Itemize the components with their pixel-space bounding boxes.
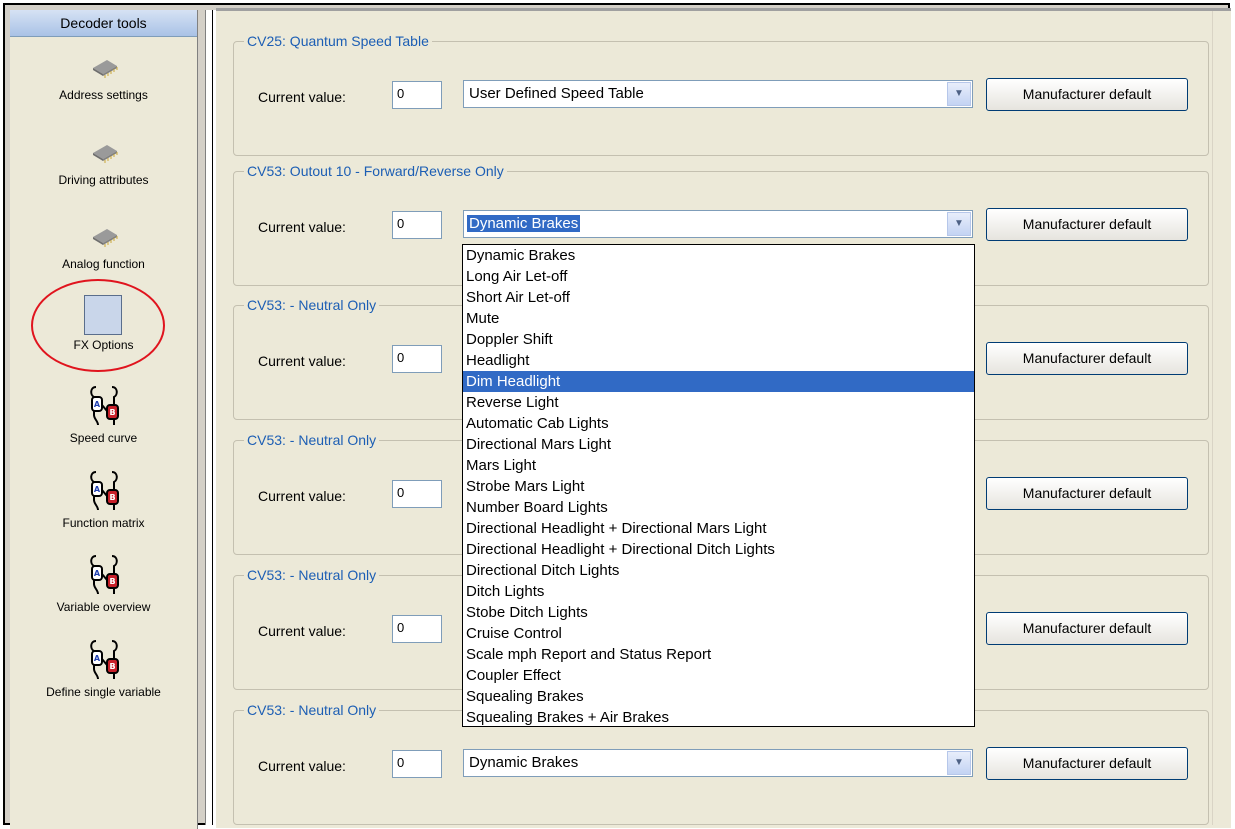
- dropdown-option[interactable]: Automatic Cab Lights: [463, 413, 974, 434]
- dropdown-option[interactable]: Directional Ditch Lights: [463, 560, 974, 581]
- sidebar-title: Decoder tools: [10, 10, 197, 37]
- tool-address-settings[interactable]: Address settings: [10, 50, 197, 102]
- dropdown-option[interactable]: Headlight: [463, 350, 974, 371]
- dropdown-option[interactable]: Directional Headlight + Directional Ditc…: [463, 539, 974, 560]
- ab-component-icon: AB: [10, 385, 197, 431]
- chip-icon: [10, 135, 197, 173]
- dropdown-option[interactable]: Cruise Control: [463, 623, 974, 644]
- tool-label: Driving attributes: [58, 173, 149, 187]
- current-value-input[interactable]: 0: [392, 615, 442, 643]
- svg-text:B: B: [109, 408, 115, 417]
- dropdown-option[interactable]: Squealing Brakes + Air Brakes: [463, 707, 974, 726]
- dropdown-option[interactable]: Short Air Let-off: [463, 287, 974, 308]
- tool-label: Function matrix: [62, 516, 145, 530]
- tool-label: Address settings: [59, 88, 148, 102]
- current-value-input[interactable]: 0: [392, 750, 442, 778]
- manufacturer-default-button[interactable]: Manufacturer default: [986, 477, 1188, 510]
- dropdown-option[interactable]: Ditch Lights: [463, 581, 974, 602]
- effect-select[interactable]: User Defined Speed Table ▼: [463, 80, 973, 108]
- current-value-label: Current value:: [258, 353, 346, 369]
- cv-group-title: CV53: - Neutral Only: [244, 297, 380, 313]
- manufacturer-default-button[interactable]: Manufacturer default: [986, 342, 1188, 375]
- current-value-label: Current value:: [258, 488, 346, 504]
- dropdown-option[interactable]: Dynamic Brakes: [463, 245, 974, 266]
- vertical-scrollbar[interactable]: [1212, 11, 1231, 825]
- svg-text:A: A: [93, 569, 100, 578]
- manufacturer-default-button[interactable]: Manufacturer default: [986, 78, 1188, 111]
- cv-group-title: CV53: - Neutral Only: [244, 432, 380, 448]
- dropdown-option[interactable]: Squealing Brakes: [463, 686, 974, 707]
- manufacturer-default-button[interactable]: Manufacturer default: [986, 208, 1188, 241]
- dropdown-option[interactable]: Reverse Light: [463, 392, 974, 413]
- svg-text:B: B: [109, 493, 115, 502]
- selection-circle-annotation: [31, 279, 165, 372]
- chip-icon: [10, 219, 197, 257]
- current-value-input[interactable]: 0: [392, 345, 442, 373]
- tool-label: Speed curve: [69, 431, 138, 445]
- dropdown-option[interactable]: Doppler Shift: [463, 329, 974, 350]
- chip-icon: [10, 50, 197, 88]
- svg-text:B: B: [109, 662, 115, 671]
- tool-define-single-variable[interactable]: A B Define single variable: [10, 639, 197, 699]
- effect-select-value: User Defined Speed Table: [469, 85, 644, 102]
- chevron-down-icon[interactable]: ▼: [947, 212, 971, 236]
- effect-select-value: Dynamic Brakes: [469, 754, 579, 771]
- cv-group: CV25: Quantum Speed Table Current value: 0…: [233, 33, 1209, 156]
- svg-text:A: A: [93, 400, 100, 409]
- current-value-label: Current value:: [258, 89, 346, 105]
- cv-group-title: CV53: Outout 10 - Forward/Reverse Only: [244, 163, 507, 179]
- tool-function-matrix[interactable]: A B Function matrix: [10, 470, 197, 530]
- current-value-input[interactable]: 0: [392, 480, 442, 508]
- dropdown-option[interactable]: Long Air Let-off: [463, 266, 974, 287]
- effect-select-value: Dynamic Brakes: [467, 215, 581, 232]
- cv-group-title: CV53: - Neutral Only: [244, 567, 380, 583]
- dropdown-option[interactable]: Directional Headlight + Directional Mars…: [463, 518, 974, 539]
- dropdown-option[interactable]: Strobe Mars Light: [463, 476, 974, 497]
- dropdown-option[interactable]: Coupler Effect: [463, 665, 974, 686]
- svg-text:B: B: [109, 577, 115, 586]
- current-value-input[interactable]: 0: [392, 81, 442, 109]
- cv-group: CV53: - Neutral Only Current value: 0 Dynam…: [233, 702, 1209, 825]
- dropdown-option[interactable]: Dim Headlight: [463, 371, 974, 392]
- tool-variable-overview[interactable]: A B Variable overview: [10, 554, 197, 614]
- cv-group-title: CV25: Quantum Speed Table: [244, 33, 432, 49]
- current-value-input[interactable]: 0: [392, 211, 442, 239]
- cv-group-title: CV53: - Neutral Only: [244, 702, 380, 718]
- effect-select[interactable]: Dynamic Brakes ▼: [463, 210, 973, 238]
- ab-component-icon: AB: [10, 470, 197, 516]
- effect-select[interactable]: Dynamic Brakes ▼: [463, 749, 973, 777]
- dropdown-option[interactable]: Number Board Lights: [463, 497, 974, 518]
- dropdown-option[interactable]: Scale mph Report and Status Report: [463, 644, 974, 665]
- tool-analog-function[interactable]: Analog function: [10, 219, 197, 271]
- tool-label: Analog function: [62, 257, 145, 271]
- tool-speed-curve[interactable]: A B Speed curve: [10, 385, 197, 445]
- effect-dropdown-list[interactable]: Dynamic Brakes Long Air Let-off Short Air …: [462, 244, 975, 727]
- ab-component-icon: AB: [10, 554, 197, 600]
- tool-label: Define single variable: [46, 685, 161, 699]
- ab-component-icon: AB: [10, 639, 197, 685]
- chevron-down-icon[interactable]: ▼: [947, 82, 971, 106]
- tool-driving-attributes[interactable]: Driving attributes: [10, 135, 197, 187]
- dropdown-option[interactable]: Mute: [463, 308, 974, 329]
- current-value-label: Current value:: [258, 758, 346, 774]
- current-value-label: Current value:: [258, 219, 346, 235]
- svg-text:A: A: [93, 485, 100, 494]
- tool-label: Variable overview: [56, 600, 151, 614]
- manufacturer-default-button[interactable]: Manufacturer default: [986, 612, 1188, 645]
- dropdown-option[interactable]: Stobe Ditch Lights: [463, 602, 974, 623]
- manufacturer-default-button[interactable]: Manufacturer default: [986, 747, 1188, 780]
- current-value-label: Current value:: [258, 623, 346, 639]
- dropdown-option[interactable]: Directional Mars Light: [463, 434, 974, 455]
- chevron-down-icon[interactable]: ▼: [947, 751, 971, 775]
- svg-text:A: A: [93, 654, 100, 663]
- dropdown-option[interactable]: Mars Light: [463, 455, 974, 476]
